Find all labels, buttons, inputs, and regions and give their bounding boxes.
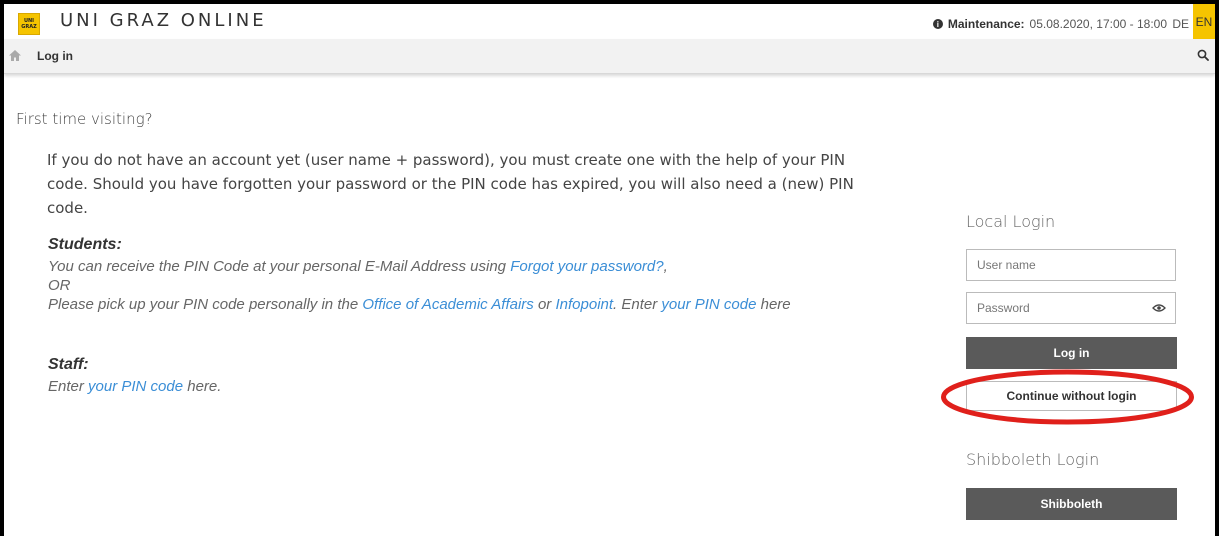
logo-text-bottom: GRAZ: [21, 24, 37, 30]
page-title: Log in: [37, 49, 73, 63]
students-or-text: OR: [48, 277, 71, 294]
maintenance-notice: i Maintenance: 05.08.2020, 17:00 - 18:00: [932, 17, 1167, 31]
username-input[interactable]: [966, 249, 1176, 281]
students-text: You can receive the PIN Code at your per…: [48, 257, 908, 314]
students-line1-post: ,: [663, 258, 668, 275]
maintenance-value: 05.08.2020, 17:00 - 18:00: [1029, 17, 1167, 31]
language-en[interactable]: EN: [1193, 4, 1215, 39]
students-heading: Students:: [48, 236, 122, 253]
language-de[interactable]: DE: [1172, 17, 1189, 31]
students-line3-post: here: [756, 296, 791, 313]
search-icon[interactable]: [1197, 49, 1209, 61]
password-input[interactable]: [966, 292, 1176, 324]
shibboleth-heading: Shibboleth Login: [966, 450, 1100, 469]
staff-heading: Staff:: [48, 356, 89, 373]
forgot-password-link[interactable]: Forgot your password?: [510, 258, 663, 275]
continue-without-login-button[interactable]: Continue without login: [966, 381, 1177, 411]
info-icon: i: [932, 19, 943, 29]
local-login-heading: Local Login: [966, 212, 1056, 231]
office-academic-affairs-link[interactable]: Office of Academic Affairs: [362, 296, 533, 313]
staff-text: Enter your PIN code here.: [48, 378, 221, 395]
eye-icon[interactable]: [1152, 303, 1166, 313]
home-icon[interactable]: [8, 49, 22, 62]
brand-title[interactable]: UNI GRAZ ONLINE: [60, 10, 267, 31]
nav-bar: Log in: [4, 39, 1215, 74]
students-line3-text: Please pick up your PIN code personally …: [48, 296, 363, 313]
students-line3-mid: . Enter: [613, 296, 662, 313]
students-or2-text: or: [533, 296, 556, 313]
shibboleth-button[interactable]: Shibboleth: [966, 488, 1177, 520]
intro-text: If you do not have an account yet (user …: [47, 151, 854, 217]
first-time-heading: First time visiting?: [16, 110, 153, 128]
staff-pre-text: Enter: [48, 378, 89, 395]
students-line1-text: You can receive the PIN Code at your per…: [48, 258, 511, 275]
top-bar: UNI GRAZ UNI GRAZ ONLINE i Maintenance: …: [4, 4, 1215, 39]
maintenance-label: Maintenance:: [947, 17, 1025, 31]
staff-post-text: here.: [183, 378, 222, 395]
staff-pin-code-link[interactable]: your PIN code: [88, 378, 183, 395]
infopoint-link[interactable]: Infopoint: [555, 296, 613, 313]
login-button[interactable]: Log in: [966, 337, 1177, 369]
uni-graz-logo[interactable]: UNI GRAZ: [18, 13, 40, 35]
students-pin-code-link[interactable]: your PIN code: [661, 296, 756, 313]
